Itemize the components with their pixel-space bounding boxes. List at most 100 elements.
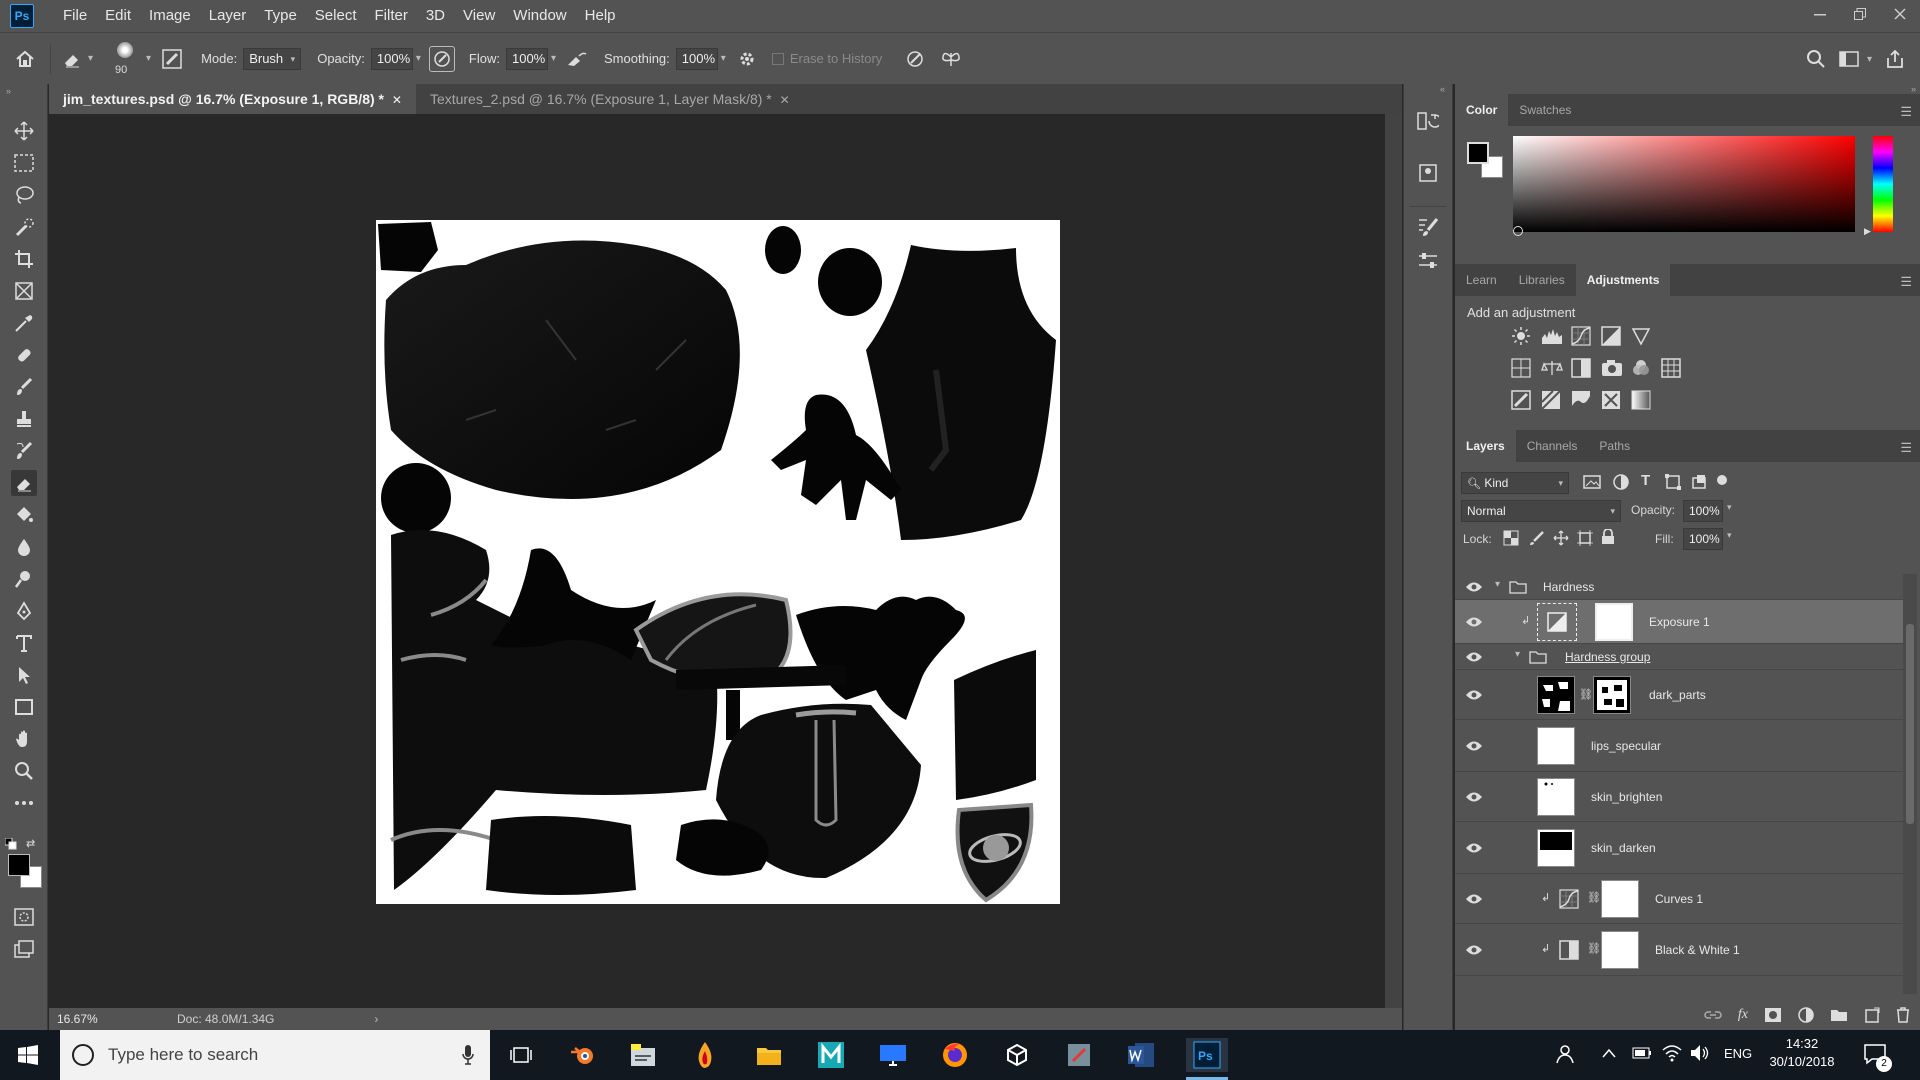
tab-color[interactable]: Color (1455, 94, 1509, 126)
layer-filter-select[interactable]: 🔍︎ Kind ▾ (1461, 472, 1569, 494)
clone-stamp-tool-icon[interactable] (11, 406, 37, 432)
lasso-tool-icon[interactable] (11, 182, 37, 208)
tab-learn[interactable]: Learn (1455, 264, 1508, 296)
brush-preset-picker[interactable]: 90 (107, 37, 143, 81)
volume-icon[interactable] (1690, 1044, 1710, 1062)
layer-style-fx-icon[interactable]: fx (1738, 1007, 1748, 1023)
brightness-contrast-icon[interactable] (1511, 326, 1531, 346)
people-icon[interactable] (1556, 1044, 1576, 1064)
scrollbar-thumb[interactable] (1906, 624, 1914, 824)
home-icon[interactable] (0, 49, 50, 69)
channel-mixer-icon[interactable] (1631, 358, 1651, 378)
menu-help[interactable]: Help (576, 0, 625, 32)
swap-colors-icon[interactable]: ⇄ (26, 837, 35, 850)
symmetry-butterfly-icon[interactable] (938, 49, 964, 69)
screen-mode-icon[interactable] (11, 936, 37, 962)
opacity-caret-icon[interactable]: ▾ (416, 53, 421, 64)
new-layer-icon[interactable] (1864, 1007, 1880, 1023)
file-explorer-icon[interactable] (752, 1038, 786, 1072)
default-colors-icon[interactable] (5, 838, 17, 850)
link-layers-icon[interactable] (1704, 1010, 1722, 1020)
layer-row[interactable]: lips_specular (1455, 720, 1903, 772)
photo-filter-icon[interactable] (1601, 358, 1622, 378)
filter-toggle-icon[interactable] (1717, 475, 1727, 485)
blur-tool-icon[interactable] (11, 534, 37, 560)
document-canvas[interactable] (376, 220, 1060, 904)
menu-3d[interactable]: 3D (417, 0, 454, 32)
more-tools-icon[interactable] (11, 790, 37, 816)
panel-menu-icon[interactable]: ☰ (1900, 440, 1912, 456)
paint-bucket-tool-icon[interactable] (11, 502, 37, 528)
eyedropper-tool-icon[interactable] (11, 310, 37, 336)
layer-row[interactable]: ↲ ⛓ Curves 1 (1455, 874, 1903, 924)
eraser-tool-icon[interactable] (11, 470, 37, 496)
microphone-icon[interactable] (462, 1045, 474, 1065)
tab-layers[interactable]: Layers (1455, 430, 1516, 462)
search-icon[interactable] (1798, 49, 1834, 69)
collapse-toolbar-icon[interactable]: » (6, 86, 11, 96)
tab-adjustments[interactable]: Adjustments (1575, 264, 1671, 296)
visibility-eye-icon[interactable] (1465, 688, 1483, 702)
layer-opacity-field[interactable]: 100% (1683, 500, 1723, 522)
link-chain-icon[interactable]: ⛓ (1579, 688, 1593, 701)
rectangle-tool-icon[interactable] (11, 694, 37, 720)
quick-mask-icon[interactable] (11, 904, 37, 930)
app-tool-icon[interactable] (1062, 1038, 1096, 1072)
marquee-tool-icon[interactable] (11, 150, 37, 176)
add-mask-icon[interactable] (1764, 1007, 1782, 1023)
fill-caret-icon[interactable]: ▾ (1727, 530, 1732, 541)
menu-image[interactable]: Image (140, 0, 200, 32)
black-white-icon[interactable] (1571, 358, 1591, 378)
close-tab-icon[interactable]: ✕ (392, 93, 402, 107)
filter-adjustment-icon[interactable] (1613, 474, 1629, 490)
quick-selection-tool-icon[interactable] (11, 214, 37, 240)
taskbar-search-box[interactable]: Type here to search (60, 1030, 490, 1080)
opacity-caret-icon[interactable]: ▾ (1727, 502, 1732, 513)
hue-saturation-icon[interactable] (1511, 358, 1531, 378)
layer-row[interactable]: ▾ Hardness group (1455, 644, 1903, 670)
smoothing-field[interactable]: 100% (675, 47, 718, 70)
color-lookup-icon[interactable] (1661, 358, 1681, 378)
layer-row[interactable]: skin_darken (1455, 822, 1903, 874)
foreground-color-swatch[interactable] (1467, 142, 1489, 164)
new-group-folder-icon[interactable] (1830, 1008, 1848, 1022)
flow-caret-icon[interactable]: ▾ (551, 53, 556, 64)
visibility-eye-icon[interactable] (1465, 943, 1483, 957)
link-chain-icon[interactable]: ⛓ (1587, 942, 1601, 955)
maya-app-icon[interactable] (814, 1038, 848, 1072)
eraser-tool-icon[interactable] (59, 49, 85, 69)
brush-tool-icon[interactable] (11, 374, 37, 400)
crop-tool-icon[interactable] (11, 246, 37, 272)
tab-paths[interactable]: Paths (1588, 430, 1641, 462)
firefox-icon[interactable] (938, 1038, 972, 1072)
levels-icon[interactable] (1541, 326, 1562, 346)
threshold-icon[interactable] (1571, 390, 1591, 410)
flow-field[interactable]: 100% (505, 47, 548, 70)
pressure-opacity-icon[interactable] (428, 45, 455, 72)
tab-libraries[interactable]: Libraries (1508, 264, 1576, 296)
erase-to-history-checkbox[interactable] (771, 52, 784, 65)
brush-caret-icon[interactable]: ▾ (146, 53, 151, 64)
visibility-eye-icon[interactable] (1465, 790, 1483, 804)
healing-brush-tool-icon[interactable] (11, 342, 37, 368)
vibrance-icon[interactable] (1631, 326, 1651, 346)
smoothing-caret-icon[interactable]: ▾ (721, 53, 726, 64)
task-view-icon[interactable] (504, 1038, 538, 1072)
menu-layer[interactable]: Layer (200, 0, 256, 32)
color-balance-icon[interactable] (1541, 358, 1563, 378)
filter-pixel-icon[interactable] (1583, 474, 1601, 490)
tab-jim-textures[interactable]: jim_textures.psd @ 16.7% (Exposure 1, RG… (49, 84, 416, 114)
tab-textures-2[interactable]: Textures_2.psd @ 16.7% (Exposure 1, Laye… (416, 84, 804, 114)
blend-mode-select[interactable]: Normal ▾ (1461, 500, 1621, 522)
notes-app-icon[interactable] (626, 1038, 660, 1072)
canvas-scrollbar[interactable] (1385, 114, 1402, 1008)
filter-shape-icon[interactable] (1665, 474, 1681, 490)
share-icon[interactable] (1880, 49, 1910, 69)
dodge-tool-icon[interactable] (11, 566, 37, 592)
path-selection-tool-icon[interactable] (11, 662, 37, 688)
workspace-caret-icon[interactable]: ▾ (1867, 54, 1872, 65)
delete-layer-trash-icon[interactable] (1896, 1007, 1910, 1023)
posterize-icon[interactable] (1541, 390, 1561, 410)
airbrush-icon[interactable] (564, 50, 590, 68)
invert-icon[interactable] (1511, 390, 1531, 410)
